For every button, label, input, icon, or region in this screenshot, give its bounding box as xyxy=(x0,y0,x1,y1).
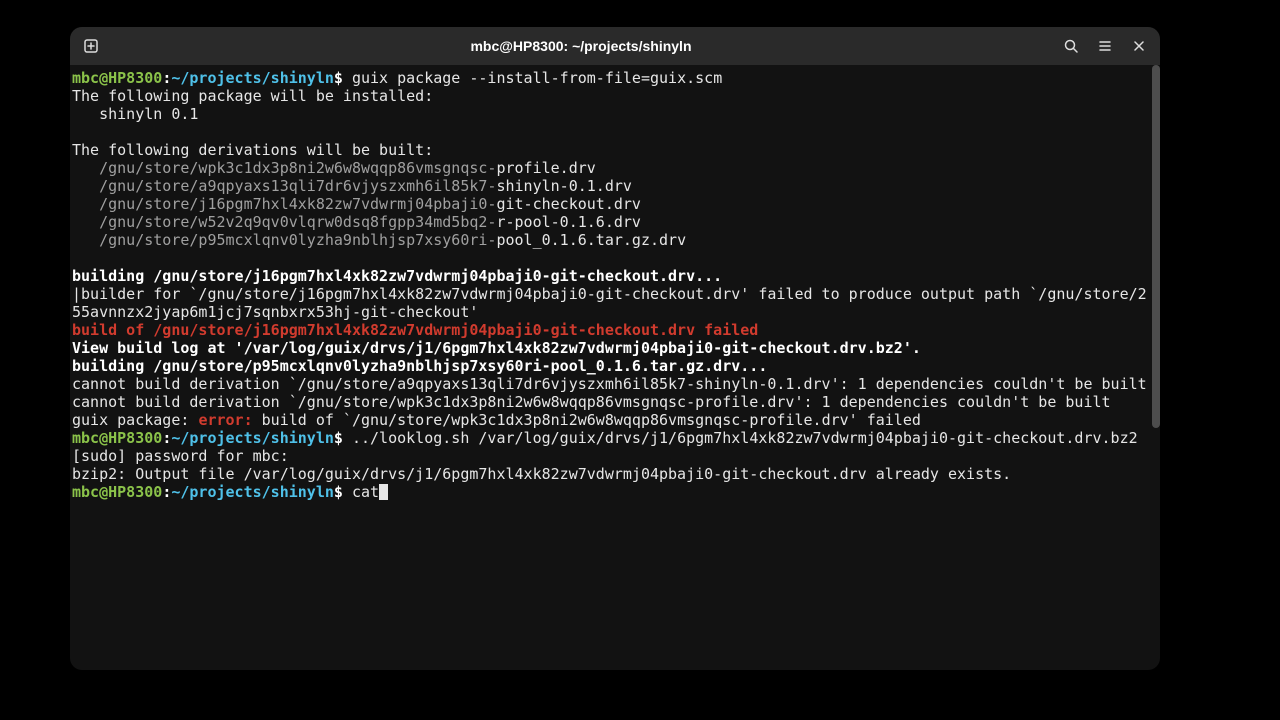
scrollbar[interactable] xyxy=(1152,65,1160,428)
menu-button[interactable] xyxy=(1088,31,1122,61)
output-line: building /gnu/store/j16pgm7hxl4xk82zw7vd… xyxy=(72,267,722,285)
terminal-window: mbc@HP8300: ~/projects/shinyln mbc@HP83 xyxy=(70,27,1160,670)
deriv-name: git-checkout.drv xyxy=(496,195,641,213)
close-icon xyxy=(1132,39,1146,53)
error-tag: error: xyxy=(198,411,252,429)
output-line: The following derivations will be built: xyxy=(72,141,433,159)
prompt-userhost: mbc@HP8300 xyxy=(72,69,162,87)
terminal-viewport[interactable]: mbc@HP8300:~/projects/shinyln$ guix pack… xyxy=(70,65,1160,670)
cursor xyxy=(379,484,388,500)
deriv-name: r-pool-0.1.6.drv xyxy=(496,213,641,231)
output-line: bzip2: Output file /var/log/guix/drvs/j1… xyxy=(72,465,1011,483)
close-button[interactable] xyxy=(1122,31,1156,61)
deriv-hash: /gnu/store/wpk3c1dx3p8ni2w6w8wqqp86vmsgn… xyxy=(72,159,496,177)
deriv-hash: /gnu/store/w52v2q9qv0vlqrw0dsq8fgpp34md5… xyxy=(72,213,496,231)
command-3: cat xyxy=(352,483,379,501)
output-line: |builder for `/gnu/store/j16pgm7hxl4xk82… xyxy=(72,285,1147,303)
deriv-hash: /gnu/store/a9qpyaxs13qli7dr6vjyszxmh6il8… xyxy=(72,177,496,195)
command-1: guix package --install-from-file=guix.sc… xyxy=(352,69,722,87)
output-line: guix package: xyxy=(72,411,198,429)
output-line: cannot build derivation `/gnu/store/a9qp… xyxy=(72,375,1147,393)
terminal-content: mbc@HP8300:~/projects/shinyln$ guix pack… xyxy=(72,69,1158,501)
output-line: 55avnnzx2jyap6m1jcj7sqnbxrx53hj-git-chec… xyxy=(72,303,478,321)
window-title: mbc@HP8300: ~/projects/shinyln xyxy=(108,38,1054,54)
new-tab-icon xyxy=(83,38,99,54)
output-line: The following package will be installed: xyxy=(72,87,433,105)
output-line: cannot build derivation `/gnu/store/wpk3… xyxy=(72,393,1111,411)
deriv-name: profile.drv xyxy=(496,159,595,177)
output-line-error: build of /gnu/store/j16pgm7hxl4xk82zw7vd… xyxy=(72,321,758,339)
prompt-userhost: mbc@HP8300 xyxy=(72,429,162,447)
prompt-userhost: mbc@HP8300 xyxy=(72,483,162,501)
command-2: ../looklog.sh /var/log/guix/drvs/j1/6pgm… xyxy=(352,429,1138,447)
search-button[interactable] xyxy=(1054,31,1088,61)
prompt-path: ~/projects/shinyln xyxy=(171,429,334,447)
prompt-path: ~/projects/shinyln xyxy=(171,483,334,501)
deriv-hash: /gnu/store/p95mcxlqnv0lyzha9nblhjsp7xsy6… xyxy=(72,231,496,249)
deriv-hash: /gnu/store/j16pgm7hxl4xk82zw7vdwrmj04pba… xyxy=(72,195,496,213)
deriv-name: pool_0.1.6.tar.gz.drv xyxy=(496,231,686,249)
output-line: [sudo] password for mbc: xyxy=(72,447,289,465)
hamburger-icon xyxy=(1097,38,1113,54)
titlebar: mbc@HP8300: ~/projects/shinyln xyxy=(70,27,1160,65)
prompt-path: ~/projects/shinyln xyxy=(171,69,334,87)
search-icon xyxy=(1063,38,1079,54)
output-line: View build log at '/var/log/guix/drvs/j1… xyxy=(72,339,921,357)
new-tab-button[interactable] xyxy=(74,31,108,61)
output-line: shinyln 0.1 xyxy=(72,105,198,123)
output-line: building /gnu/store/p95mcxlqnv0lyzha9nbl… xyxy=(72,357,767,375)
deriv-name: shinyln-0.1.drv xyxy=(496,177,631,195)
